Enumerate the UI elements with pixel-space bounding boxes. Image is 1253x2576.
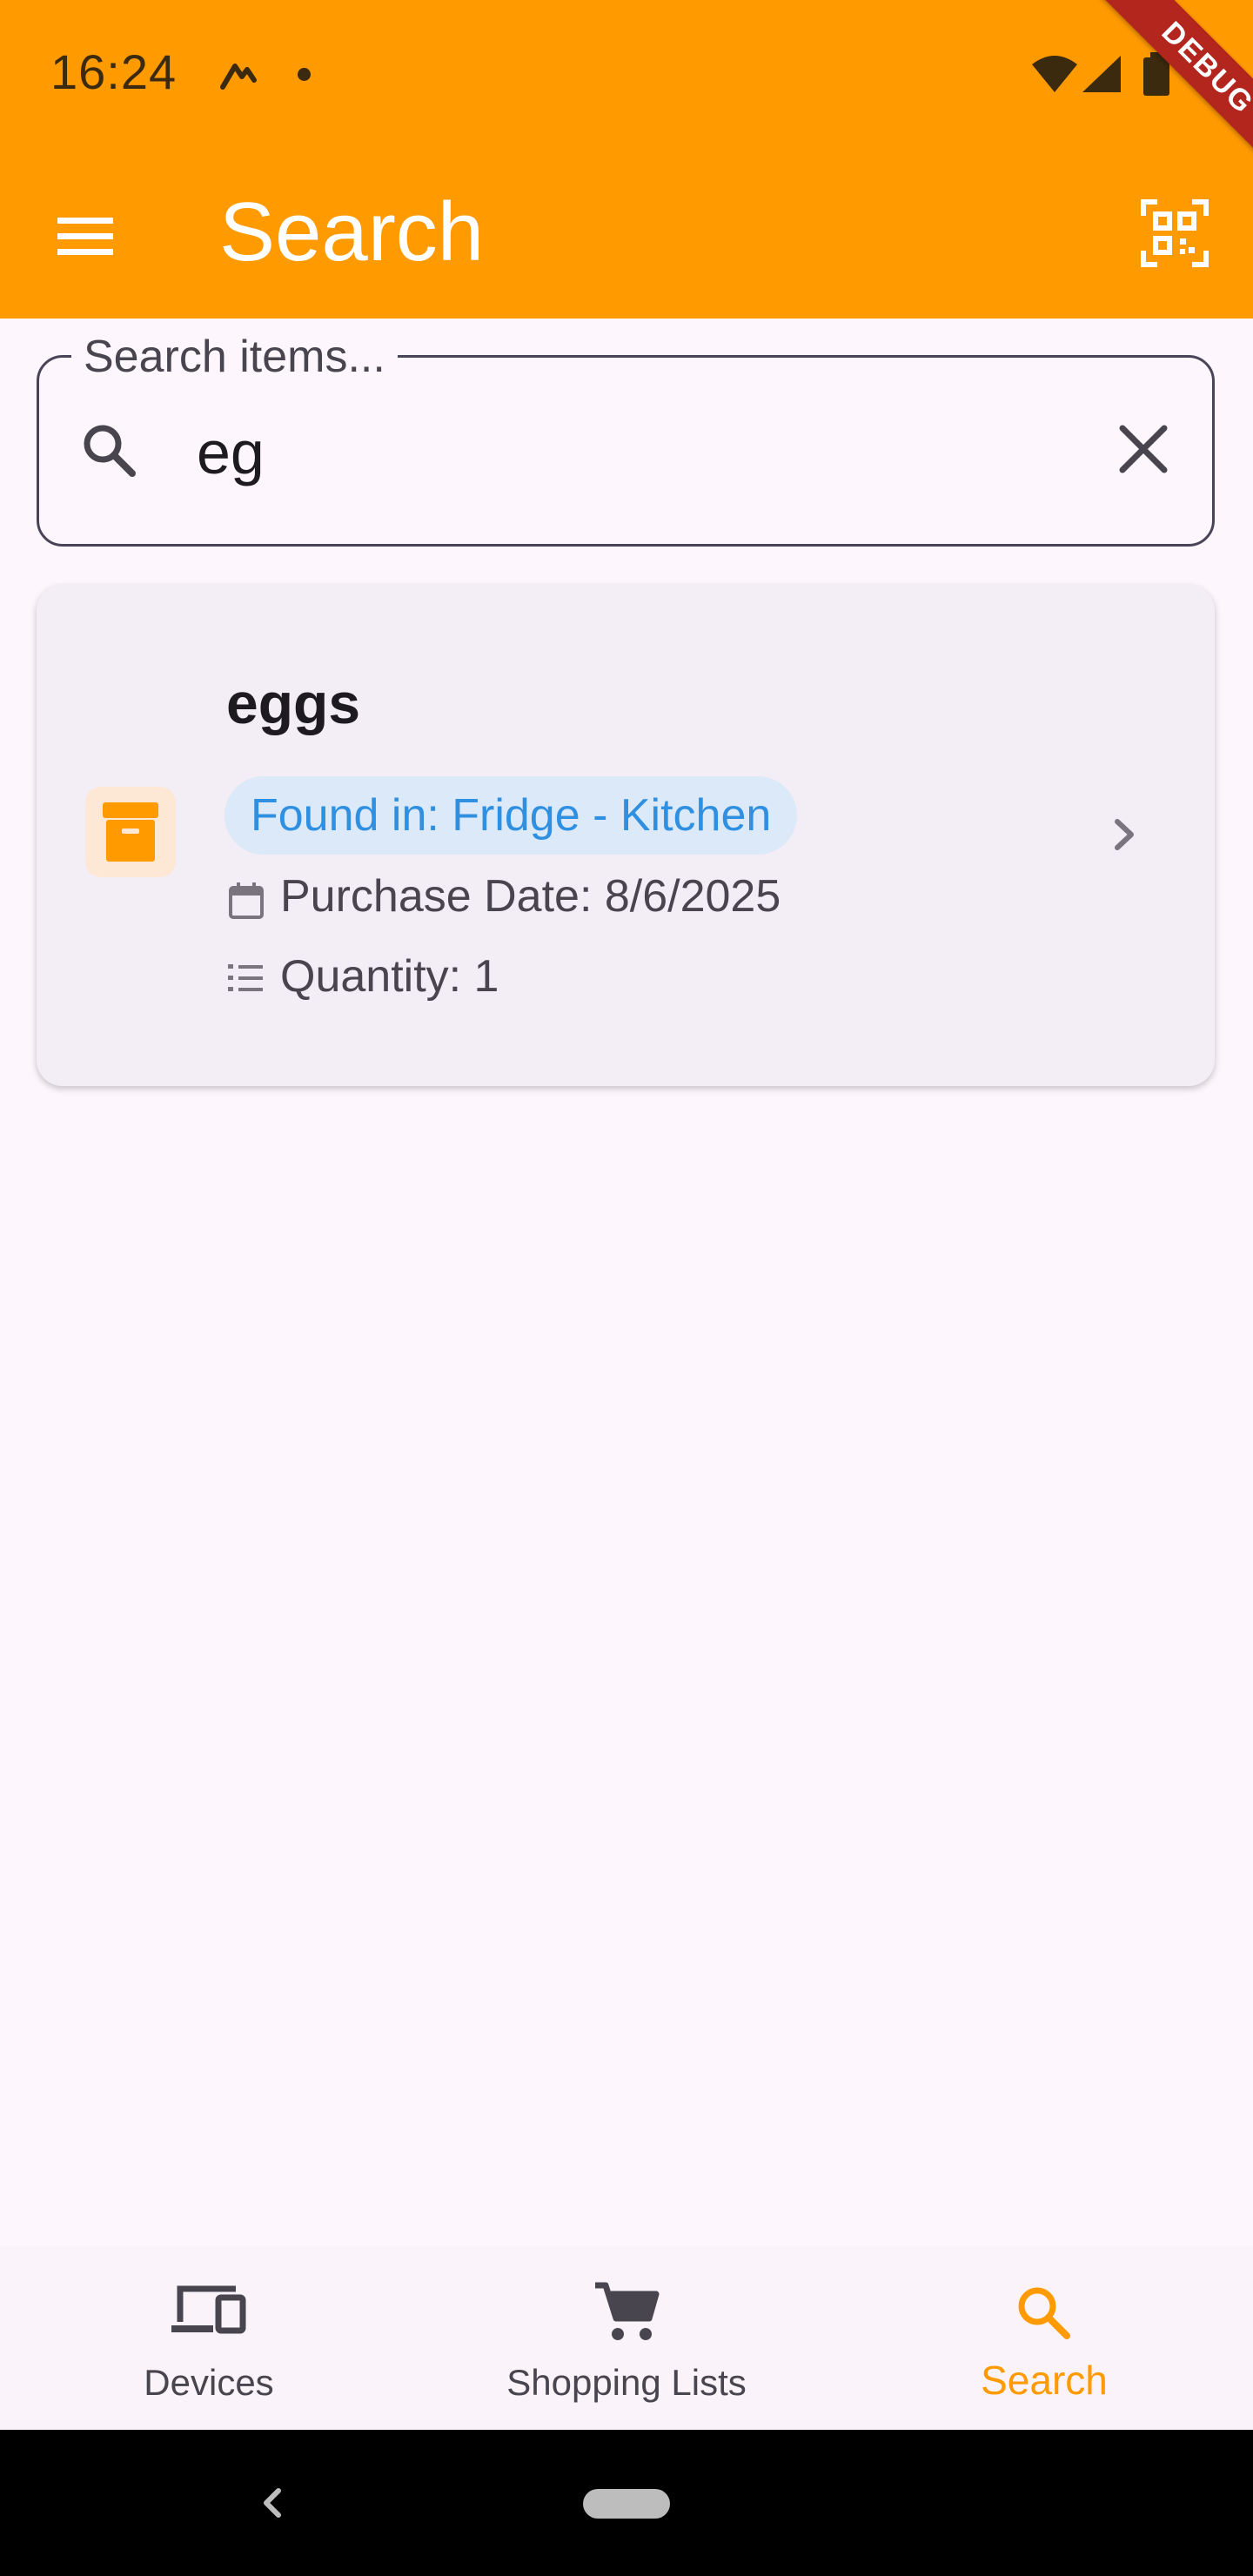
search-icon (1018, 2287, 1070, 2339)
nav-item-devices[interactable]: Devices (0, 2247, 418, 2430)
wifi-icon (1030, 54, 1079, 94)
system-back-button[interactable] (252, 2479, 291, 2527)
menu-button[interactable] (49, 200, 122, 273)
search-result-card[interactable]: eggs Found in: Fridge - Kitchen Purchase… (37, 585, 1215, 1086)
devices-icon (171, 2285, 246, 2334)
notification-icon (218, 57, 259, 92)
location-chip: Found in: Fridge - Kitchen (224, 776, 798, 855)
search-field-label: Search items... (71, 332, 398, 381)
search-icon (77, 418, 143, 484)
nav-item-search[interactable]: Search (835, 2247, 1253, 2430)
item-quantity: Quantity: 1 (280, 951, 499, 1002)
menu-icon (57, 218, 113, 255)
page-title: Search (219, 185, 485, 278)
app-header: 16:24 DEBUG Search (0, 0, 1253, 319)
back-arrow-icon (264, 2488, 281, 2518)
purchase-date: Purchase Date: 8/6/2025 (280, 871, 781, 922)
qr-code-icon (1141, 199, 1209, 267)
notification-dot (298, 68, 311, 81)
system-home-pill[interactable] (583, 2489, 670, 2519)
nav-label-devices: Devices (144, 2362, 274, 2403)
close-icon (1119, 425, 1168, 473)
list-numbered-icon (226, 959, 266, 999)
archive-box-icon (103, 802, 158, 862)
calendar-icon (226, 881, 266, 921)
nav-label-shopping-lists: Shopping Lists (506, 2362, 747, 2403)
item-icon-container (85, 787, 176, 877)
nav-item-shopping-lists[interactable]: Shopping Lists (418, 2247, 835, 2430)
item-name: eggs (226, 671, 361, 735)
qr-scan-button[interactable] (1138, 197, 1211, 270)
shopping-cart-icon (595, 2282, 660, 2340)
clear-search-button[interactable] (1110, 416, 1176, 482)
system-navigation-bar (0, 2430, 1253, 2576)
signal-icon (1081, 54, 1122, 94)
status-time: 16:24 (50, 44, 178, 99)
nav-label-search: Search (981, 2358, 1108, 2403)
bottom-navigation: Devices Shopping Lists Search (0, 2247, 1253, 2430)
search-input[interactable]: eg (197, 418, 265, 487)
chevron-right-icon (1102, 813, 1145, 856)
